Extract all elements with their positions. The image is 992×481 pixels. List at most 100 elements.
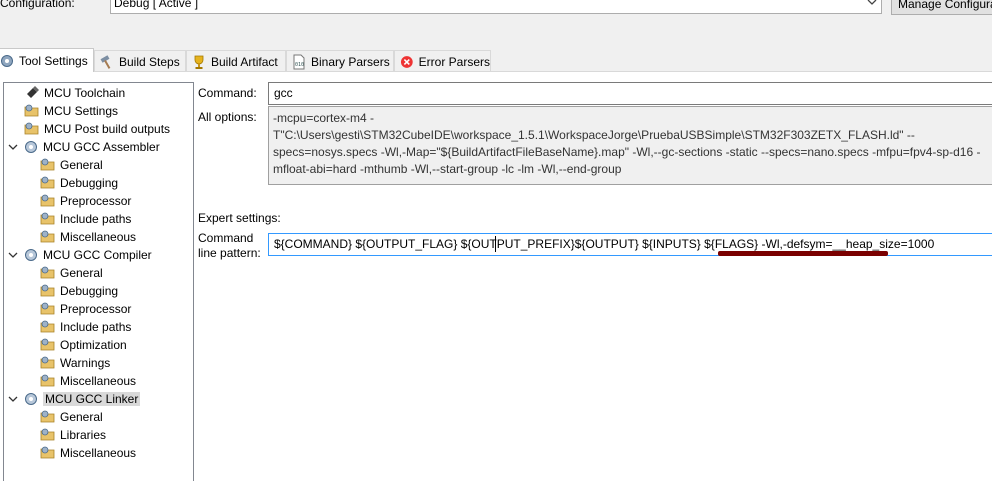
command-input[interactable]: gcc (268, 82, 992, 105)
folder-settings-icon (40, 356, 55, 369)
gear-icon (25, 393, 37, 405)
all-options-label: All options: (198, 110, 257, 124)
command-line-pattern-label: Command line pattern: (198, 231, 261, 260)
tab-build-artifact[interactable]: Build Artifact (186, 50, 286, 72)
tree-item-optimization[interactable]: Optimization (40, 336, 127, 354)
gear-icon (1, 54, 13, 67)
error-icon (400, 55, 413, 68)
tree-item-mcu-gcc-assembler[interactable]: MCU GCC Assembler (8, 138, 160, 156)
manage-configurations-button[interactable]: Manage Configura (891, 0, 992, 15)
tree-item-general[interactable]: General (40, 156, 103, 174)
expert-settings-label: Expert settings: (198, 211, 281, 225)
tree-item-general[interactable]: General (40, 264, 103, 282)
folder-settings-icon (40, 230, 55, 243)
toolchain-icon (27, 86, 39, 98)
folder-settings-icon (40, 428, 55, 441)
tree-item-label: Miscellaneous (60, 374, 137, 388)
tree-item-label: Debugging (60, 284, 119, 298)
tree-item-label: Libraries (60, 428, 107, 442)
tab-tool-settings[interactable]: Tool Settings (0, 48, 94, 72)
configuration-select[interactable]: Debug [ Active ] (110, 0, 882, 14)
tree-item-label: Preprocessor (60, 194, 132, 208)
tree-item-label: MCU GCC Compiler (43, 248, 152, 262)
tree-item-label: General (60, 158, 103, 172)
tab-label: Tool Settings (19, 53, 88, 68)
tree-item-label: MCU GCC Linker (43, 392, 141, 406)
folder-settings-icon (40, 266, 55, 279)
tree-item-mcu-settings[interactable]: MCU Settings (24, 102, 118, 120)
tab-label: Build Artifact (211, 54, 278, 69)
folder-settings-icon (40, 338, 55, 351)
tab-build-steps[interactable]: Build Steps (94, 50, 186, 72)
tree-item-label: Warnings (60, 356, 111, 370)
tree-item-debugging[interactable]: Debugging (40, 174, 118, 192)
gear-icon (25, 249, 37, 261)
tree-item-label: Miscellaneous (60, 446, 137, 460)
gear-icon (25, 141, 37, 153)
tree-item-label: General (60, 266, 103, 280)
folder-settings-icon (40, 176, 55, 189)
tree-item-include-paths[interactable]: Include paths (40, 318, 131, 336)
tab-label: Build Steps (119, 54, 180, 69)
tab-binary-parsers[interactable]: 010 Binary Parsers (286, 50, 394, 72)
folder-settings-icon (40, 320, 55, 333)
tree-item-debugging[interactable]: Debugging (40, 282, 118, 300)
tree-item-include-paths[interactable]: Include paths (40, 210, 131, 228)
all-options-field[interactable]: -mcpu=cortex-m4 -T"C:\Users\gesti\STM32C… (268, 106, 992, 185)
text-caret (495, 236, 496, 252)
annotation-underline (718, 251, 888, 256)
tree-item-label: Include paths (60, 212, 132, 226)
binary-icon: 010 (293, 54, 305, 69)
folder-settings-icon (40, 410, 55, 423)
tree-item-warnings[interactable]: Warnings (40, 354, 110, 372)
trophy-icon (194, 55, 204, 69)
tree-item-general[interactable]: General (40, 408, 103, 426)
folder-settings-icon (40, 158, 55, 171)
svg-text:010: 010 (295, 62, 304, 68)
folder-settings-icon (40, 212, 55, 225)
folder-settings-icon (24, 122, 39, 135)
tree-item-miscellaneous[interactable]: Miscellaneous (40, 228, 136, 246)
tab-bar: Tool Settings Build Steps Build Artifact… (0, 48, 992, 72)
chevron-down-icon (867, 0, 877, 5)
tree-item-label: General (60, 410, 103, 424)
settings-tree[interactable]: MCU Toolchain MCU Settings MCU Post buil… (3, 82, 194, 481)
tab-label: Error Parsers (418, 54, 490, 69)
folder-settings-icon (40, 194, 55, 207)
chevron-down-icon[interactable] (8, 142, 18, 152)
command-line-pattern-label-line1: Command (198, 231, 254, 245)
tree-item-mcu-gcc-compiler[interactable]: MCU GCC Compiler (8, 246, 152, 264)
tree-item-label: Preprocessor (60, 302, 132, 316)
tree-item-mcu-gcc-linker[interactable]: MCU GCC Linker (8, 390, 141, 408)
tree-item-preprocessor[interactable]: Preprocessor (40, 192, 131, 210)
tree-item-label: Include paths (60, 320, 132, 334)
tree-item-label: MCU GCC Assembler (43, 140, 160, 154)
chevron-down-icon[interactable] (8, 250, 18, 260)
chevron-down-icon[interactable] (8, 394, 18, 404)
tree-item-label: MCU Post build outputs (44, 122, 171, 136)
tree-item-label: Miscellaneous (60, 230, 137, 244)
tree-item-miscellaneous[interactable]: Miscellaneous (40, 444, 136, 462)
tab-label: Binary Parsers (311, 54, 390, 69)
folder-settings-icon (40, 374, 55, 387)
folder-settings-icon (40, 284, 55, 297)
tab-error-parsers[interactable]: Error Parsers (394, 50, 491, 72)
command-line-pattern-label-line2: line pattern: (198, 245, 261, 260)
folder-settings-icon (24, 104, 39, 117)
tree-item-label: MCU Toolchain (44, 86, 126, 100)
configuration-value: Debug [ Active ] (114, 0, 199, 10)
command-label: Command: (198, 86, 257, 100)
tree-item-preprocessor[interactable]: Preprocessor (40, 300, 131, 318)
all-options-text: -mcpu=cortex-m4 -T"C:\Users\gesti\STM32C… (273, 111, 981, 176)
tree-item-label: Debugging (60, 176, 119, 190)
tree-item-label: Optimization (60, 338, 127, 352)
hammer-icon (100, 54, 111, 69)
tree-item-label: MCU Settings (44, 104, 119, 118)
tree-item-mcu-post-build-outputs[interactable]: MCU Post build outputs (24, 120, 170, 138)
folder-settings-icon (40, 302, 55, 315)
tree-item-libraries[interactable]: Libraries (40, 426, 106, 444)
tree-item-mcu-toolchain[interactable]: MCU Toolchain (24, 84, 125, 102)
tree-item-miscellaneous[interactable]: Miscellaneous (40, 372, 136, 390)
folder-settings-icon (40, 446, 55, 459)
configuration-label: Configuration: (0, 0, 75, 10)
